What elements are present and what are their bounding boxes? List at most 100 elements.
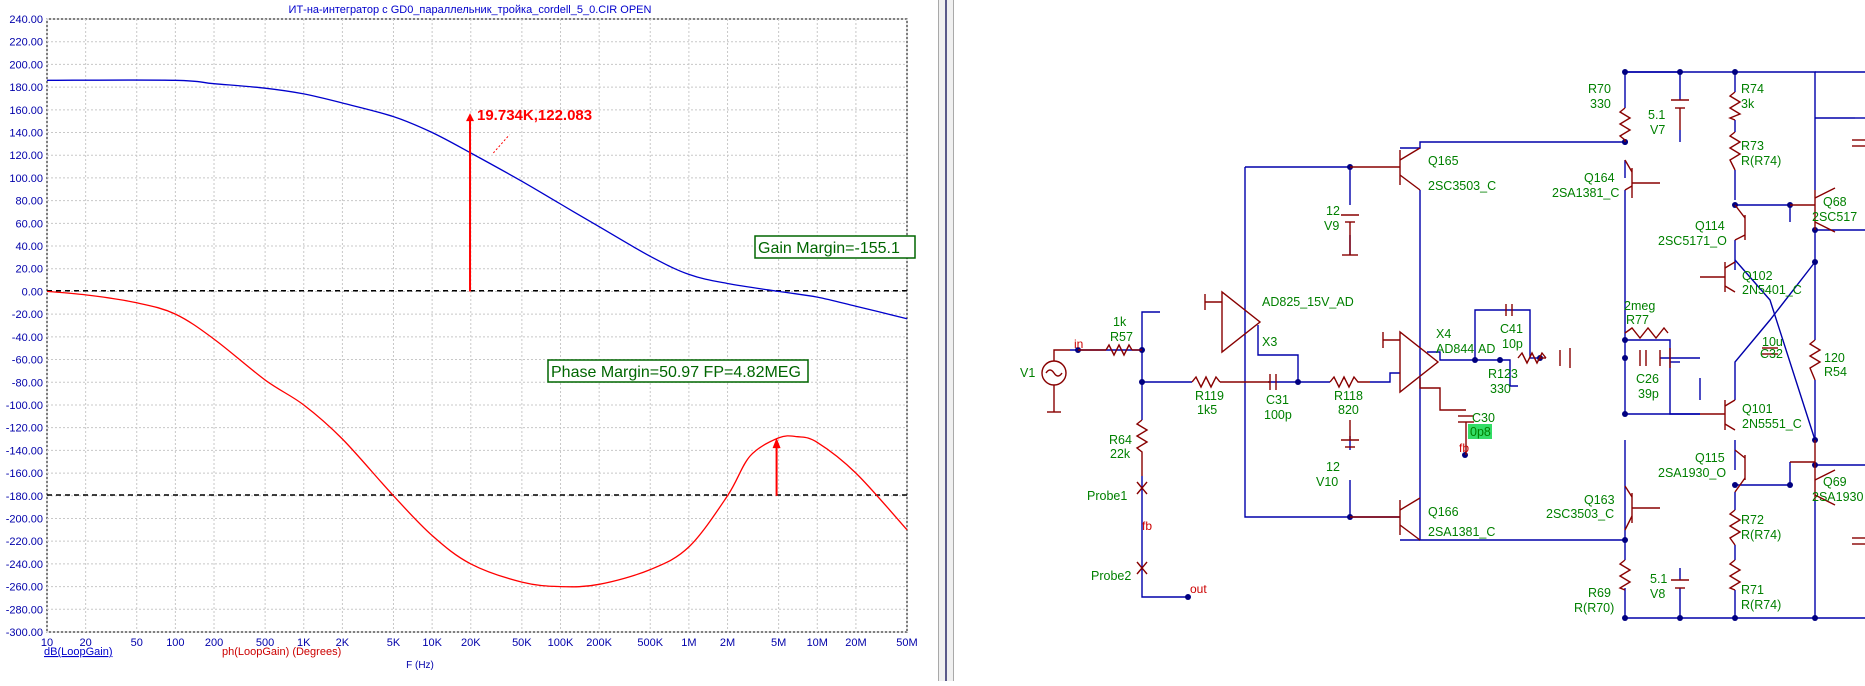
x-tick-label: 50 [131, 637, 143, 649]
label-q101m: 2N5551_C [1742, 417, 1802, 431]
label-q165: Q165 [1428, 154, 1459, 168]
label-c26v: 39p [1638, 387, 1659, 401]
x-tick-label: 10M [807, 637, 828, 649]
label-r71: R71 [1741, 583, 1764, 597]
label-c26: C26 [1636, 372, 1659, 386]
label-c30v: 0p8 [1470, 425, 1491, 439]
y-tick-label: -240.00 [6, 559, 43, 571]
y-tick-label: -280.00 [6, 604, 43, 616]
y-axis-ticks: 240.00 220.00 200.00 180.00 160.00 140.00 120.… [6, 14, 43, 639]
label-r123: R123 [1488, 367, 1518, 381]
legend-phase[interactable]: ph(LoopGain) (Degrees) [222, 646, 341, 658]
label-r74v: 3k [1741, 97, 1755, 111]
y-tick-label: 180.00 [9, 82, 43, 94]
y-tick-label: 40.00 [15, 241, 43, 253]
y-tick-label: 120.00 [9, 150, 43, 162]
label-q114m: 2SC5171_O [1658, 234, 1727, 248]
label-r54: R54 [1824, 365, 1847, 379]
y-tick-label: 20.00 [15, 264, 43, 276]
label-q68m: 2SC517 [1812, 210, 1857, 224]
y-tick-label: -80.00 [12, 377, 43, 389]
x-axis-title: F (Hz) [406, 660, 434, 671]
label-v8v: 5.1 [1650, 572, 1667, 586]
x-tick-label: 10K [422, 637, 442, 649]
plot-title: ИТ-на-интегратор с GD0_параллельник_трой… [289, 4, 652, 16]
label-v7: V7 [1650, 123, 1665, 137]
label-q166: Q166 [1428, 505, 1459, 519]
x-tick-label: 50K [512, 637, 532, 649]
label-out: out [1190, 582, 1207, 596]
label-r77: R77 [1626, 313, 1649, 327]
bode-plot[interactable]: ИТ-на-интегратор с GD0_параллельник_трой… [0, 0, 938, 681]
label-r70v: 330 [1590, 97, 1611, 111]
y-tick-label: -60.00 [12, 355, 43, 367]
label-v10v: 12 [1326, 460, 1340, 474]
label-x4: X4 [1436, 327, 1451, 341]
label-q101: Q101 [1742, 402, 1773, 416]
label-v8: V8 [1650, 587, 1665, 601]
label-q166m: 2SA1381_C [1428, 525, 1495, 539]
schematic-window[interactable]: V1 in 1k R57 R119 1k5 C31 100p R118 820 … [954, 0, 1865, 681]
label-fb2: fb [1459, 441, 1469, 455]
label-x3m: AD825_15V_AD [1262, 295, 1354, 309]
label-r64v: 22k [1110, 447, 1131, 461]
y-tick-label: -180.00 [6, 491, 43, 503]
label-probe2: Probe2 [1091, 569, 1131, 583]
y-tick-label: -140.00 [6, 445, 43, 457]
label-v9: V9 [1324, 219, 1339, 233]
y-tick-label: 60.00 [15, 218, 43, 230]
phase-margin-label: Phase Margin=50.97 FP=4.82MEG [551, 364, 801, 381]
label-r57: R57 [1110, 330, 1133, 344]
label-x4m: AD844 [1436, 342, 1474, 356]
label-r71v: R(R74) [1741, 598, 1781, 612]
label-q69m: 2SA1930 [1812, 490, 1863, 504]
label-ad: AD [1478, 342, 1495, 356]
label-r57v: 1k [1113, 315, 1127, 329]
x-tick-label: 20M [845, 637, 866, 649]
schematic-labels: V1 in 1k R57 R119 1k5 C31 100p R118 820 … [1020, 82, 1863, 615]
label-q115: Q115 [1695, 451, 1725, 465]
y-tick-label: 200.00 [9, 59, 43, 71]
y-tick-label: -220.00 [6, 536, 43, 548]
x-tick-label: 2M [720, 637, 735, 649]
pane-splitter[interactable] [938, 0, 954, 681]
label-r123v: 330 [1490, 382, 1511, 396]
label-c41v: 10p [1502, 337, 1523, 351]
y-tick-label: -200.00 [6, 513, 43, 525]
label-r70: R70 [1588, 82, 1611, 96]
label-q164: Q164 [1584, 171, 1615, 185]
label-r118v: 820 [1338, 403, 1359, 417]
x-tick-label: 100 [166, 637, 184, 649]
label-r72: R72 [1741, 513, 1764, 527]
gain-margin-label: Gain Margin=-155.1 [758, 240, 900, 257]
label-c31v: 100p [1264, 408, 1292, 422]
label-v10: V10 [1316, 475, 1338, 489]
y-tick-label: -300.00 [6, 627, 43, 639]
label-q69: Q69 [1823, 475, 1847, 489]
y-tick-label: -120.00 [6, 423, 43, 435]
y-tick-label: 140.00 [9, 128, 43, 140]
label-c41: C41 [1500, 322, 1523, 336]
label-r119: R119 [1195, 389, 1224, 403]
label-r69: R69 [1588, 586, 1611, 600]
x-axis-ticks: 10 20 50 100 200 500 1K 2K 5K 10K 20K 50K 100K 200K 50… [41, 637, 918, 649]
label-r77v: 2meg [1624, 299, 1655, 313]
cursor-label: 19.734K,122.083 [477, 107, 592, 124]
y-tick-label: -160.00 [6, 468, 43, 480]
schematic-canvas[interactable]: V1 in 1k R57 R119 1k5 C31 100p R118 820 … [954, 0, 1865, 681]
x-tick-label: 1M [681, 637, 696, 649]
label-c32: C32 [1760, 347, 1783, 361]
label-q163m: 2SC3503_C [1546, 507, 1614, 521]
label-r64: R64 [1109, 433, 1132, 447]
x-tick-label: 200K [586, 637, 612, 649]
label-c31: C31 [1266, 393, 1289, 407]
y-tick-label: 0.00 [22, 286, 43, 298]
label-q102m: 2N5401_C [1742, 283, 1802, 297]
label-r119v: 1k5 [1197, 403, 1217, 417]
x-tick-label: 5K [387, 637, 401, 649]
x-tick-label: 5M [771, 637, 786, 649]
legend-gain[interactable]: dB(LoopGain) [44, 646, 113, 658]
label-x3: X3 [1262, 335, 1277, 349]
label-q114: Q114 [1695, 219, 1725, 233]
label-r72v: R(R74) [1741, 528, 1781, 542]
